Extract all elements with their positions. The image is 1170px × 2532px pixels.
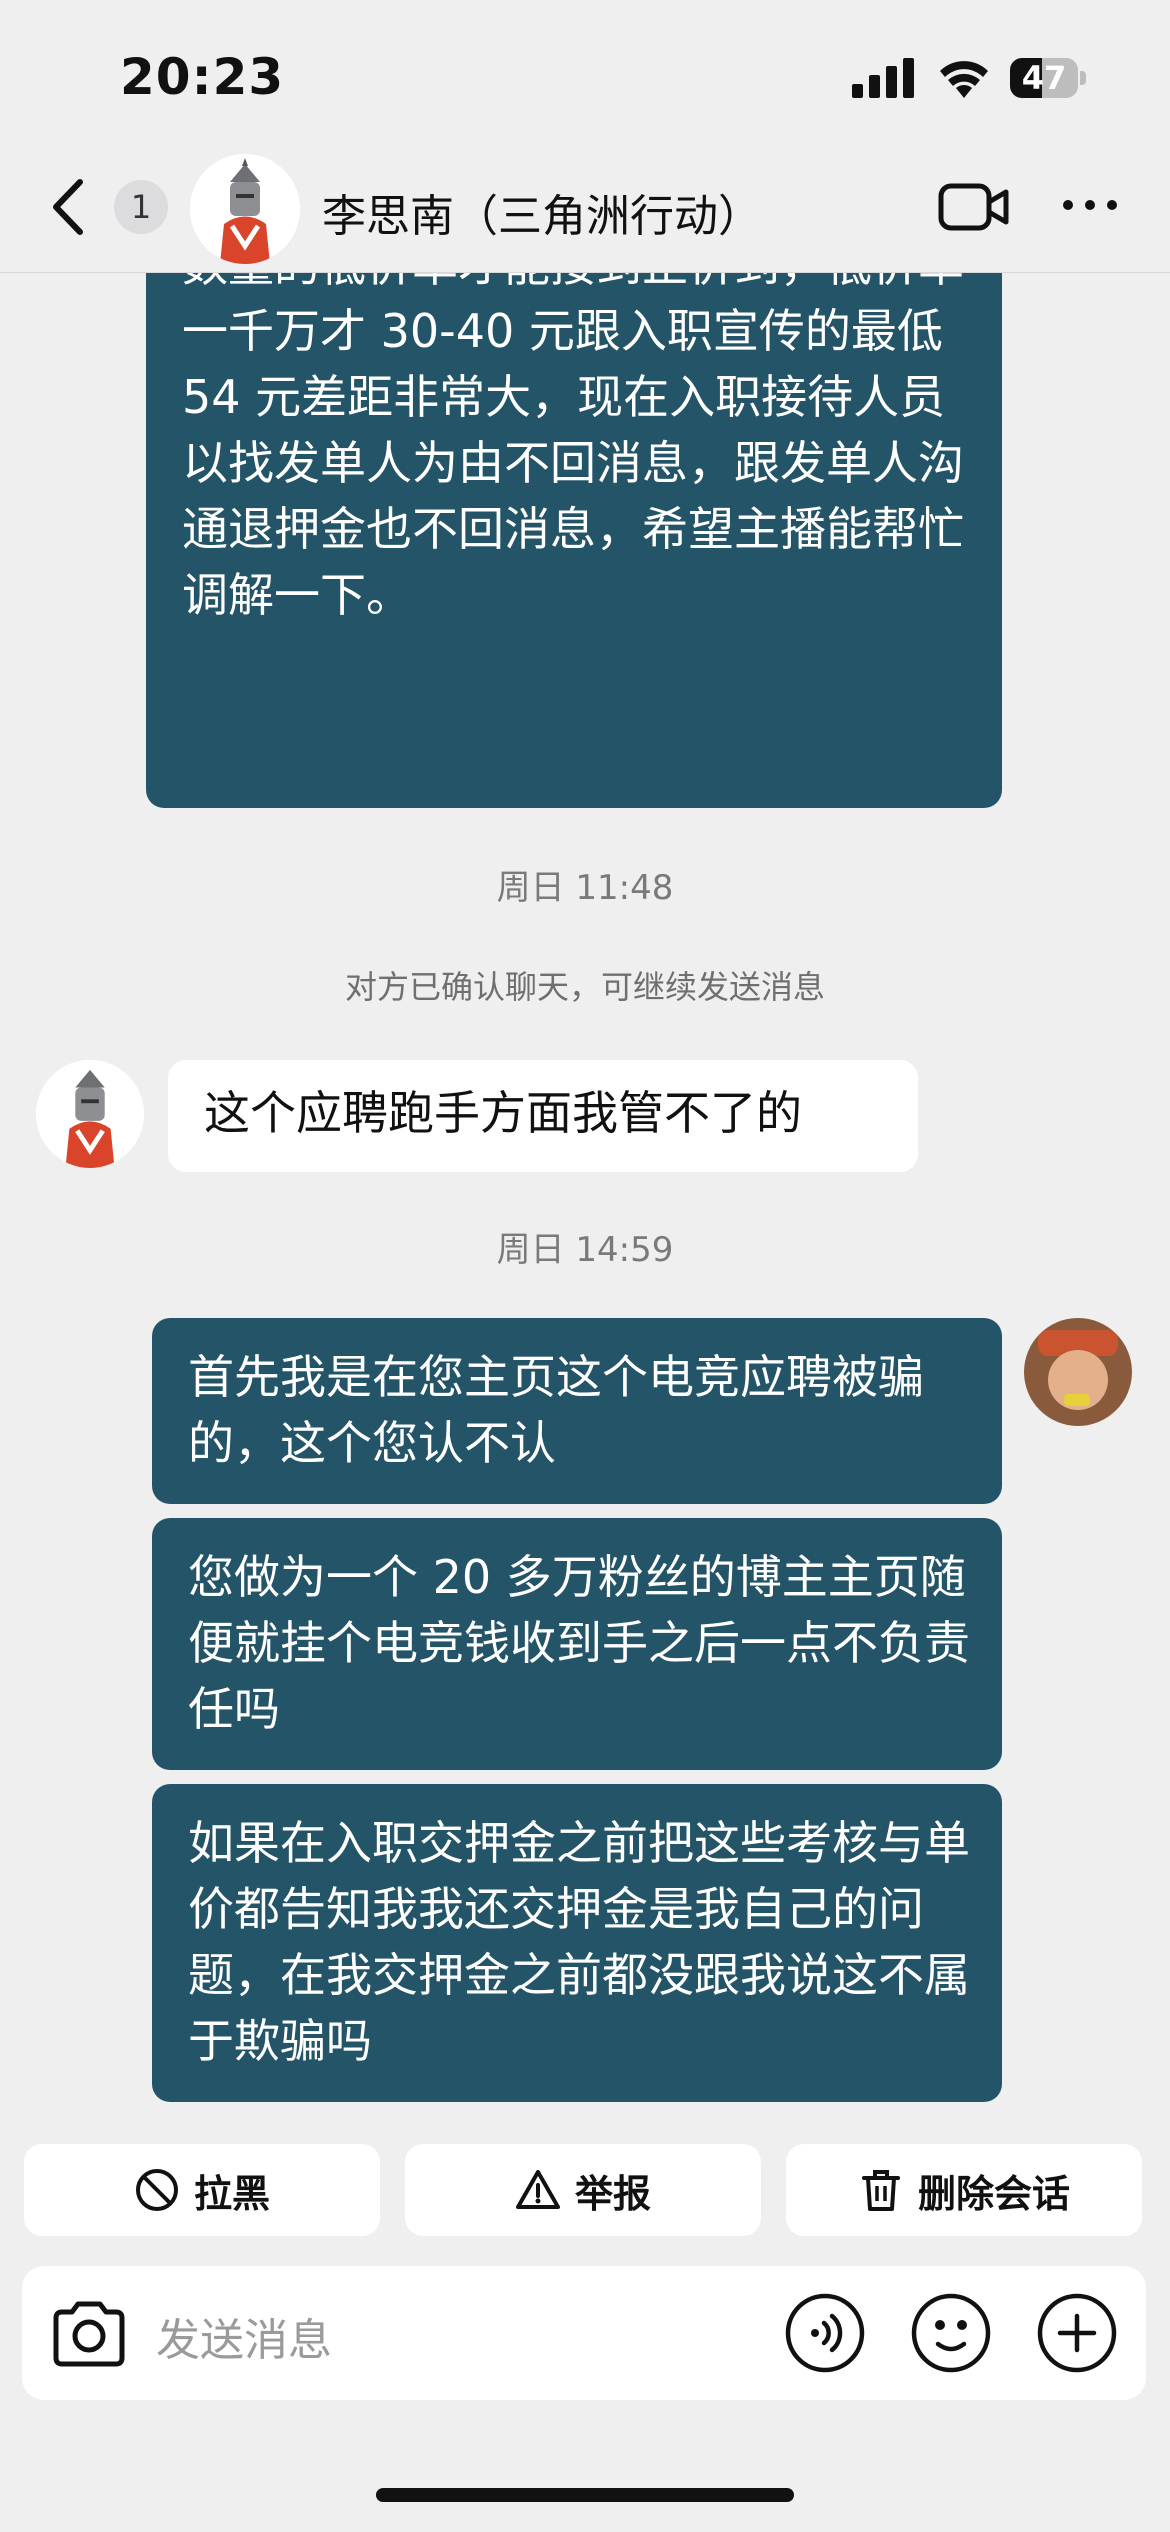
voice-message-icon[interactable]: [784, 2292, 866, 2374]
emoji-icon[interactable]: [910, 2292, 992, 2374]
delete-conversation-button[interactable]: 删除会话: [786, 2144, 1142, 2236]
message-bubble-outgoing[interactable]: 请的奖励，考核完成以后还需要跑一定数量的低价单才能接到正价到，低价单一千万才 3…: [146, 272, 1002, 808]
video-call-icon[interactable]: [938, 180, 1010, 234]
delete-label: 删除会话: [917, 2171, 1070, 2216]
message-input[interactable]: 发送消息: [156, 2304, 332, 2368]
report-button[interactable]: 举报: [405, 2144, 761, 2236]
system-message: 对方已确认聊天，可继续发送消息: [344, 968, 825, 1006]
message-timestamp: 周日 11:48: [496, 868, 674, 908]
warning-icon: [515, 2170, 560, 2209]
block-icon: [135, 2169, 178, 2211]
status-time: 20:23: [120, 48, 285, 106]
message-timestamp: 周日 14:59: [496, 1230, 674, 1270]
block-label: 拉黑: [193, 2171, 270, 2216]
more-options-icon[interactable]: [1060, 190, 1120, 220]
knight-avatar-icon: [190, 154, 300, 264]
battery-percent: 47: [1021, 59, 1067, 97]
user-avatar[interactable]: [1024, 1318, 1132, 1426]
status-bar: 20:23 47: [0, 0, 1170, 150]
report-label: 举报: [574, 2171, 651, 2216]
back-chevron-icon[interactable]: [40, 172, 100, 242]
chat-header: 1 李思南（三角洲行动）: [0, 150, 1170, 273]
cellular-signal-icon: [852, 58, 914, 98]
message-text: 请的奖励，考核完成以后还需要跑一定数量的低价单才能接到正价到，低价单一千万才 3…: [182, 272, 964, 622]
message-text: 您做为一个 20 多万粉丝的博主主页随便就挂个电竞钱收到手之后一点不负责任吗: [188, 1550, 970, 1736]
conversation-actions: 拉黑 举报 删除会话: [0, 2144, 1170, 2236]
knight-avatar-icon: [36, 1060, 144, 1168]
trash-icon: [861, 2170, 900, 2211]
message-bubble-outgoing[interactable]: 您做为一个 20 多万粉丝的博主主页随便就挂个电竞钱收到手之后一点不负责任吗: [152, 1518, 1002, 1770]
unread-count-badge[interactable]: 1: [114, 180, 168, 234]
message-text: 这个应聘跑手方面我管不了的: [204, 1086, 802, 1140]
contact-name: 李思南（三角洲行动）: [322, 191, 762, 242]
camera-icon[interactable]: [50, 2296, 128, 2370]
wifi-icon: [940, 61, 988, 98]
message-bubble-outgoing[interactable]: 首先我是在您主页这个电竞应聘被骗的，这个您认不认: [152, 1318, 1002, 1504]
message-bubble-incoming[interactable]: 这个应聘跑手方面我管不了的: [168, 1060, 918, 1172]
message-input-bar: 发送消息: [22, 2266, 1146, 2400]
add-more-icon[interactable]: [1036, 2292, 1118, 2374]
home-indicator: [376, 2488, 794, 2502]
block-button[interactable]: 拉黑: [24, 2144, 380, 2236]
message-bubble-outgoing[interactable]: 如果在入职交押金之前把这些考核与单价都告知我我还交押金是我自己的问题，在我交押金…: [152, 1784, 1002, 2102]
user-photo-icon: [1024, 1318, 1132, 1426]
message-text: 如果在入职交押金之前把这些考核与单价都告知我我还交押金是我自己的问题，在我交押金…: [188, 1816, 970, 2068]
contact-message-avatar[interactable]: [36, 1060, 144, 1168]
battery-icon: 47: [1010, 58, 1086, 98]
contact-avatar[interactable]: [190, 154, 300, 264]
message-list[interactable]: 请的奖励，考核完成以后还需要跑一定数量的低价单才能接到正价到，低价单一千万才 3…: [0, 272, 1170, 2132]
message-text: 首先我是在您主页这个电竞应聘被骗的，这个您认不认: [188, 1350, 924, 1470]
